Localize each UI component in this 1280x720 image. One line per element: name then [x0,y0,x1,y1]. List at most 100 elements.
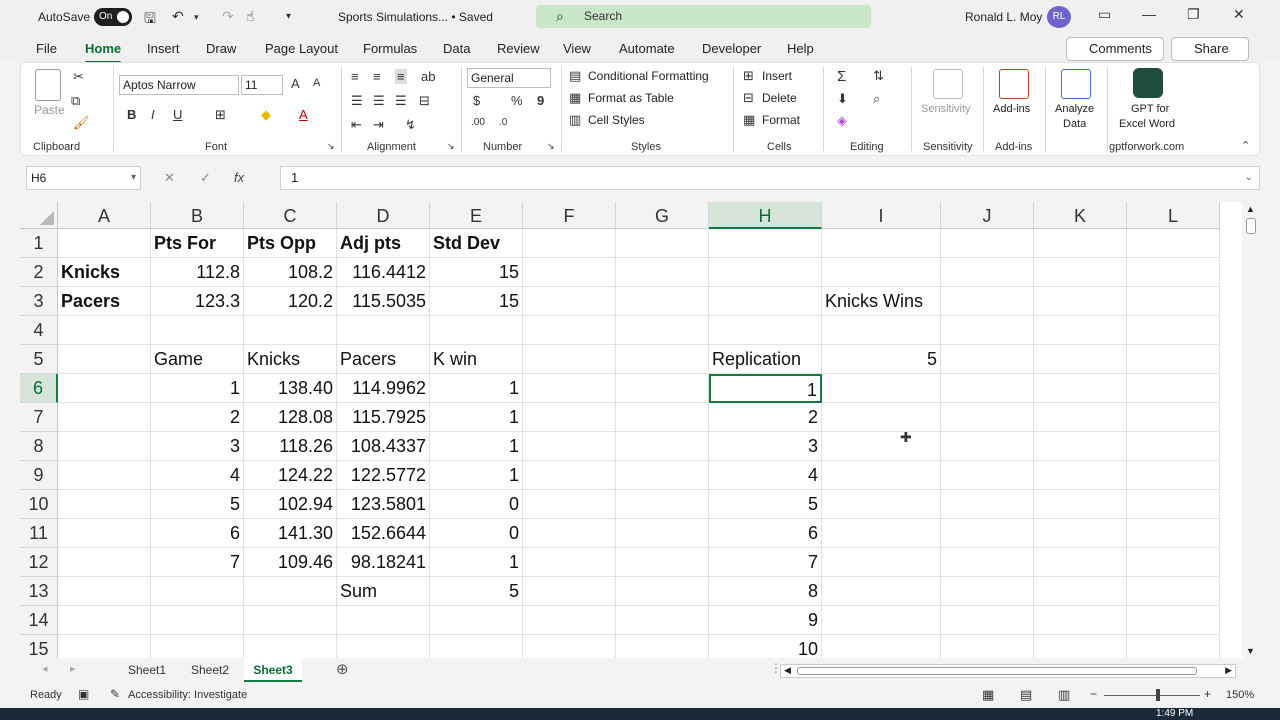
cell-k5[interactable] [1034,345,1127,374]
font-dialog-launcher-icon[interactable]: ↘ [327,141,335,152]
cell-l9[interactable] [1127,461,1220,490]
cell-f4[interactable] [523,316,616,345]
row-header-12[interactable]: 12 [20,548,58,577]
cell-i6[interactable] [822,374,941,403]
number-dialog-launcher-icon[interactable]: ↘ [547,141,555,152]
cell-k7[interactable] [1034,403,1127,432]
wrap-text-icon[interactable]: ↯ [405,117,416,133]
cell-g7[interactable] [616,403,709,432]
cell-f14[interactable] [523,606,616,635]
zoom-level[interactable]: 150% [1226,689,1254,701]
zoom-slider-thumb[interactable] [1156,689,1160,701]
cell-k10[interactable] [1034,490,1127,519]
cell-k12[interactable] [1034,548,1127,577]
vertical-scroll-thumb[interactable] [1246,218,1256,234]
cell-g12[interactable] [616,548,709,577]
cell-a3[interactable]: Pacers [58,287,151,316]
top-align-icon[interactable]: ≡ [351,69,359,84]
cell-i10[interactable] [822,490,941,519]
cell-h14[interactable]: 9 [709,606,822,635]
ribbon-display-icon[interactable]: ▭ [1098,6,1111,23]
cell-h5[interactable]: Replication [709,345,822,374]
insert-function-icon[interactable]: fx [234,166,244,190]
borders-icon[interactable]: ⊞ [215,107,226,123]
align-right-icon[interactable]: ☰ [395,93,407,109]
cell-l8[interactable] [1127,432,1220,461]
cell-l15[interactable] [1127,635,1220,658]
cell-j8[interactable] [941,432,1034,461]
cell-k13[interactable] [1034,577,1127,606]
page-break-view-icon[interactable]: ▥ [1058,687,1070,703]
minimize-icon[interactable]: — [1142,6,1156,22]
tab-review[interactable]: Review [497,41,540,56]
macro-record-icon[interactable]: ▣ [78,687,89,701]
cell-k8[interactable] [1034,432,1127,461]
select-all-corner[interactable] [20,202,58,229]
cell-f6[interactable] [523,374,616,403]
undo-icon[interactable]: ↶ [172,8,184,25]
cell-c13[interactable] [244,577,337,606]
conditional-formatting-icon[interactable]: ▤ [569,68,581,84]
cell-a14[interactable] [58,606,151,635]
restore-icon[interactable]: ❐ [1187,6,1200,23]
cell-c4[interactable] [244,316,337,345]
cell-g3[interactable] [616,287,709,316]
cell-j14[interactable] [941,606,1034,635]
row-header-14[interactable]: 14 [20,606,58,635]
column-header-c[interactable]: C [244,202,337,229]
cell-f12[interactable] [523,548,616,577]
cell-d2[interactable]: 116.4412 [337,258,430,287]
cell-j15[interactable] [941,635,1034,658]
cell-k3[interactable] [1034,287,1127,316]
cell-d13[interactable]: Sum [337,577,430,606]
cell-a2[interactable]: Knicks [58,258,151,287]
cell-i2[interactable] [822,258,941,287]
page-layout-view-icon[interactable]: ▤ [1020,687,1032,703]
decrease-font-icon[interactable]: A [313,77,320,89]
font-name-combo[interactable]: Aptos Narrow [119,75,239,95]
vertical-scrollbar[interactable]: ▲ ▼ [1242,202,1260,658]
cell-b1[interactable]: Pts For [151,229,244,258]
cell-g1[interactable] [616,229,709,258]
insert-button[interactable]: Insert [762,69,792,83]
gpt-for-work-icon[interactable] [1133,68,1163,98]
cell-b6[interactable]: 1 [151,374,244,403]
cell-k15[interactable] [1034,635,1127,658]
close-icon[interactable]: ✕ [1233,6,1245,23]
cell-i4[interactable] [822,316,941,345]
cell-h3[interactable] [709,287,822,316]
tab-help[interactable]: Help [787,41,814,56]
scroll-right-icon[interactable]: ▶ [1225,665,1232,676]
paste-icon[interactable] [35,69,61,101]
cell-e14[interactable] [430,606,523,635]
sort-filter-icon[interactable]: ⇅ [873,68,884,84]
cell-j10[interactable] [941,490,1034,519]
row-header-4[interactable]: 4 [20,316,58,345]
row-header-15[interactable]: 15 [20,635,58,658]
row-header-2[interactable]: 2 [20,258,58,287]
cell-c7[interactable]: 128.08 [244,403,337,432]
cell-i13[interactable] [822,577,941,606]
analyze-data-line1[interactable]: Analyze [1055,103,1094,115]
format-painter-icon[interactable]: 🖌 [73,115,90,131]
user-name[interactable]: Ronald L. Moy [965,10,1042,24]
cell-l3[interactable] [1127,287,1220,316]
fill-color-icon[interactable]: ◆ [261,107,271,123]
cell-l5[interactable] [1127,345,1220,374]
sensitivity-button[interactable]: Sensitivity [921,103,971,115]
cell-i12[interactable] [822,548,941,577]
add-ins-icon[interactable] [999,69,1029,99]
cell-g5[interactable] [616,345,709,374]
cell-k11[interactable] [1034,519,1127,548]
cell-f1[interactable] [523,229,616,258]
cell-i9[interactable] [822,461,941,490]
autosave-toggle[interactable]: On [94,8,132,26]
middle-align-icon[interactable]: ≡ [373,69,381,84]
cell-a10[interactable] [58,490,151,519]
zoom-slider[interactable] [1104,695,1200,696]
cell-g2[interactable] [616,258,709,287]
cell-i7[interactable] [822,403,941,432]
cell-f11[interactable] [523,519,616,548]
cell-g14[interactable] [616,606,709,635]
cell-e3[interactable]: 15 [430,287,523,316]
